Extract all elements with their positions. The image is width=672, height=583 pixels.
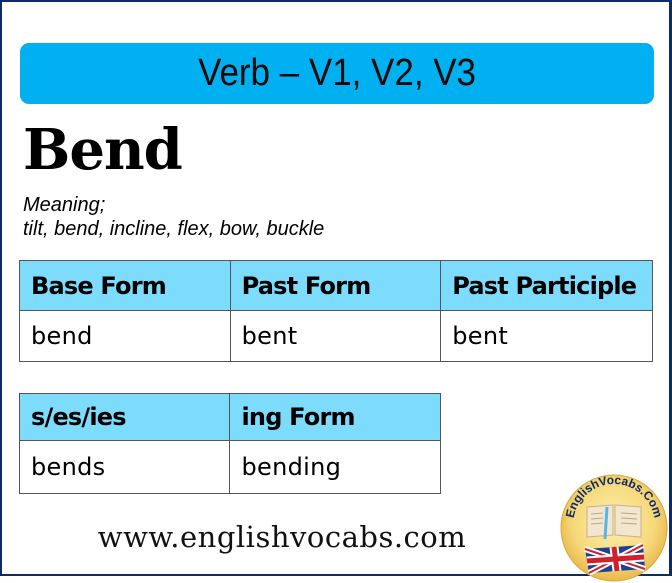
meaning-label: Meaning; — [23, 194, 106, 216]
header-s-es-ies: s/es/ies — [18, 393, 231, 441]
header-base-form: Base Form — [19, 260, 231, 311]
header-ing-form: ing Form — [229, 393, 441, 441]
website-url: www.englishvocabs.com — [97, 520, 467, 554]
header-past-form: Past Form — [229, 260, 442, 311]
englishvocabs-logo: EnglishVocabs.Com — [560, 473, 668, 582]
table-row: bends bending — [18, 440, 441, 494]
table-header-row: s/es/ies ing Form — [18, 393, 441, 441]
extra-forms-table: s/es/ies ing Form bends bending — [18, 393, 441, 494]
header-past-participle: Past Participle — [440, 260, 653, 311]
title-text: Verb – V1, V2, V3 — [198, 52, 476, 94]
uk-flag-icon — [584, 542, 646, 576]
cell-base-form: bend — [19, 310, 231, 362]
meaning-block: Meaning; tilt, bend, incline, flex, bow,… — [23, 193, 324, 241]
meaning-synonyms: tilt, bend, incline, flex, bow, buckle — [23, 218, 325, 240]
table-header-row: Base Form Past Form Past Participle — [19, 260, 653, 311]
verb-word: Bend — [23, 117, 183, 183]
title-banner: Verb – V1, V2, V3 — [20, 43, 654, 104]
cell-past-participle: bent — [440, 310, 653, 362]
card-frame: Verb – V1, V2, V3 Bend Meaning; tilt, be… — [0, 0, 672, 582]
cell-past-form: bent — [229, 310, 442, 362]
table-row: bend bent bent — [19, 310, 653, 362]
verb-forms-table: Base Form Past Form Past Participle bend… — [19, 260, 653, 362]
cell-ing-form: bending — [229, 440, 441, 494]
cell-s-form: bends — [18, 440, 231, 494]
